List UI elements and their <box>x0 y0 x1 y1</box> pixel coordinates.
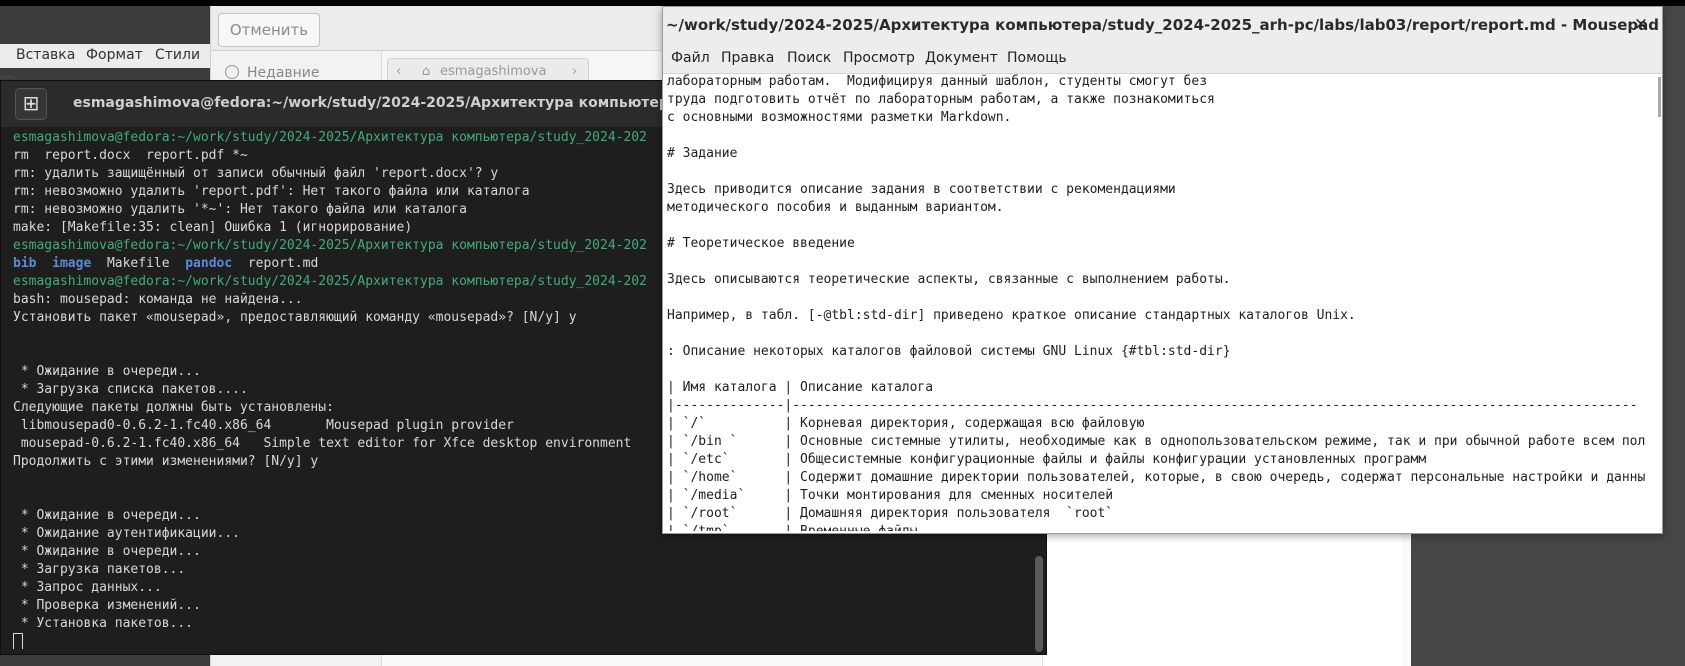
editor-line: лабораторным работам. Модифицируя данный… <box>667 74 1208 89</box>
terminal-prompt: esmagashimova@fedora:~/work/study/2024-2… <box>13 274 647 289</box>
menu-help[interactable]: Помощь <box>1007 50 1067 66</box>
terminal-prompt: esmagashimova@fedora:~/work/study/2024-2… <box>13 130 647 145</box>
editor-scrollbar[interactable] <box>1658 77 1661 117</box>
new-tab-icon[interactable]: ⊞ <box>15 88 47 120</box>
editor-line: | `/tmp` | Временные файлы <box>667 523 1659 531</box>
editor-line: | `/` | Корневая директория, содержащая … <box>667 416 1145 431</box>
home-icon: ⌂ <box>422 64 431 79</box>
mousepad-window: ~/work/study/2024-2025/Архитектура компь… <box>662 6 1663 534</box>
editor-line: # Задание <box>667 146 738 161</box>
terminal-line: * Загрузка пакетов... <box>13 562 186 577</box>
close-icon[interactable]: × <box>1630 13 1652 35</box>
editor-line: | `/etc` | Общесистемные конфигурационны… <box>667 452 1427 467</box>
menu-search[interactable]: Поиск <box>787 50 831 66</box>
menu-format[interactable]: Формат <box>86 47 143 63</box>
terminal-line: * Установка пакетов... <box>13 616 194 631</box>
editor-line: # Теоретическое введение <box>667 236 855 251</box>
menu-edit[interactable]: Правка <box>721 50 774 66</box>
mousepad-menubar: Файл Правка Поиск Просмотр Документ Помо… <box>663 43 1662 74</box>
ls-file: Makefile <box>106 256 170 271</box>
menu-file[interactable]: Файл <box>671 50 710 66</box>
menu-insert[interactable]: Вставка <box>16 47 75 63</box>
editor-line: методического пособия и выданным вариант… <box>667 200 1004 215</box>
menu-document[interactable]: Документ <box>925 50 998 66</box>
ls-directory: pandoc <box>185 256 233 271</box>
editor-line: с основными возможностями разметки Markd… <box>667 110 1012 125</box>
clock-icon <box>225 65 239 79</box>
mousepad-titlebar: ~/work/study/2024-2025/Архитектура компь… <box>663 7 1662 43</box>
editor-line: Здесь описываются теоретические аспекты,… <box>667 272 1231 287</box>
terminal-cursor <box>13 633 23 649</box>
ls-directory: bib <box>13 256 37 271</box>
sidebar-item-recent[interactable]: Недавние <box>225 65 320 81</box>
cancel-button[interactable]: Отменить <box>218 13 320 47</box>
terminal-title: esmagashimova@fedora:~/work/study/2024-2… <box>73 95 755 111</box>
chevron-left-icon[interactable]: ‹ <box>396 64 401 79</box>
chevron-right-icon[interactable]: › <box>572 64 577 79</box>
terminal-line: * Запрос данных... <box>13 580 162 595</box>
editor-line: |--------------|------------------------… <box>667 398 1638 413</box>
terminal-line: * Проверка изменений... <box>13 598 201 613</box>
editor-line: | `/media` | Точки монтирования для смен… <box>667 488 1114 503</box>
editor-line: | `/home` | Содержит домашние директории… <box>667 470 1646 485</box>
editor-line: | `/root` | Домашняя директория пользова… <box>667 506 1114 521</box>
terminal-line: * Ожидание в очереди... <box>13 544 201 559</box>
window-title: ~/work/study/2024-2025/Архитектура компь… <box>665 16 1660 34</box>
path-segment[interactable]: esmagashimova <box>440 64 547 79</box>
ls-directory: image <box>52 256 92 271</box>
editor-line: труда подготовить отчёт по лабораторным … <box>667 92 1215 107</box>
editor-line: | Имя каталога | Описание каталога <box>667 380 934 395</box>
terminal-line <box>13 633 1033 649</box>
terminal-prompt: esmagashimova@fedora:~/work/study/2024-2… <box>13 238 647 253</box>
menu-styles[interactable]: Стили <box>155 47 200 63</box>
terminal-scrollbar[interactable] <box>1035 556 1043 652</box>
ls-file: report.md <box>247 256 319 271</box>
editor-line: : Описание некоторых каталогов файловой … <box>667 344 1231 359</box>
recent-label: Недавние <box>247 65 320 81</box>
editor-line: Например, в табл. [-@tbl:std-dir] привед… <box>667 308 1356 323</box>
menu-view[interactable]: Просмотр <box>843 50 915 66</box>
editor-text-area[interactable]: лабораторным работам. Модифицируя данный… <box>667 73 1659 531</box>
editor-line: | `/bin ` | Основные системные утилиты, … <box>667 434 1646 449</box>
editor-line: Здесь приводится описание задания в соот… <box>667 182 1176 197</box>
writer-menubar: Вставка Формат Стили <box>0 44 210 68</box>
